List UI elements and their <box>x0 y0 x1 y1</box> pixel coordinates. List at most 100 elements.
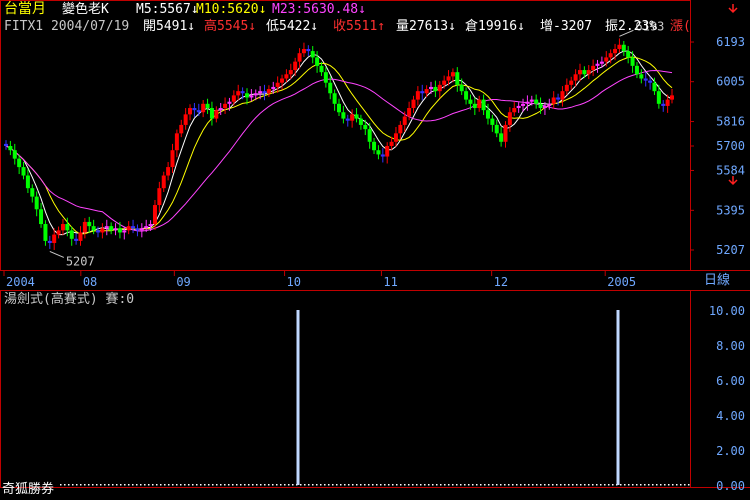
candle-body <box>174 133 179 151</box>
baseline-dot <box>372 484 374 486</box>
candle-body <box>253 93 258 96</box>
baseline-dot <box>208 484 210 486</box>
candle-body <box>157 188 162 206</box>
period-label[interactable]: 日線 <box>704 272 730 288</box>
baseline-dot <box>196 484 198 486</box>
baseline-dot <box>312 484 314 486</box>
candle-body <box>148 224 153 227</box>
baseline-dot <box>284 484 286 486</box>
candle-body <box>499 133 504 142</box>
baseline-dot <box>76 484 78 486</box>
baseline-dot <box>200 484 202 486</box>
baseline-dot <box>596 484 598 486</box>
baseline-dot <box>620 484 622 486</box>
candle-body <box>319 65 324 73</box>
candle-body <box>60 224 65 231</box>
baseline-dot <box>572 484 574 486</box>
candle-body <box>122 230 127 233</box>
chart-canvas[interactable]: 5207 6193 5207 5395 5584 5700 5816 6005 6193 20… <box>0 0 750 500</box>
candle-body <box>424 89 429 94</box>
baseline-dot <box>624 484 626 486</box>
price-tick-label: 5395 <box>716 203 745 217</box>
indicator-plot: 0.00 2.00 4.00 6.00 8.00 10.00 <box>60 304 745 493</box>
candle-body <box>556 97 561 100</box>
candle-body <box>564 84 569 92</box>
candle-body <box>621 44 626 52</box>
chart-window: 5207 6193 5207 5395 5584 5700 5816 6005 6193 20… <box>0 0 750 500</box>
baseline-dot <box>88 484 90 486</box>
baseline-dot <box>560 484 562 486</box>
candle-body <box>665 99 670 106</box>
baseline-dot <box>332 484 334 486</box>
baseline-dot <box>252 484 254 486</box>
baseline-dot <box>164 484 166 486</box>
baseline-dot <box>680 484 682 486</box>
baseline-dot <box>156 484 158 486</box>
date-tick-label: 2005 <box>607 275 636 289</box>
candle-body <box>126 226 131 231</box>
baseline-dot <box>456 484 458 486</box>
candle-body <box>648 80 653 83</box>
symbol-date-text: FITX1 2004/07/19 <box>4 19 129 34</box>
candle-body <box>350 114 355 121</box>
indicator-tick-label: 10.00 <box>709 304 745 318</box>
view-mode-text[interactable]: 變色老K <box>62 1 109 17</box>
baseline-dot <box>84 484 86 486</box>
candle-body <box>271 86 276 90</box>
baseline-dot <box>80 484 82 486</box>
baseline-dot <box>304 484 306 486</box>
candle-body <box>109 226 114 231</box>
baseline-dot <box>544 484 546 486</box>
candle-body <box>223 103 228 109</box>
indicator-tick-label: 0.00 <box>716 479 745 493</box>
candle-body <box>301 48 306 54</box>
candle-body <box>477 99 482 109</box>
candle-body <box>437 84 442 92</box>
baseline-dot <box>92 484 94 486</box>
candle-body <box>407 108 412 117</box>
candle-body <box>4 143 8 146</box>
baseline-dot <box>452 484 454 486</box>
baseline-dot <box>636 484 638 486</box>
candle-body <box>65 224 70 231</box>
baseline-dot <box>184 484 186 486</box>
candle-body <box>161 175 166 189</box>
candle-body <box>74 238 79 241</box>
candle-body <box>442 80 447 85</box>
baseline-dot <box>248 484 250 486</box>
candle-body <box>516 105 521 109</box>
volume-value: 量27613↓ <box>396 19 456 34</box>
indicator-tick-label: 2.00 <box>716 444 745 458</box>
baseline-dot <box>236 484 238 486</box>
candle-body <box>240 91 245 94</box>
candle-body <box>280 78 285 83</box>
candle-body <box>398 124 403 134</box>
down-arrow-icon[interactable] <box>728 4 738 14</box>
baseline-dot <box>476 484 478 486</box>
baseline-dot <box>540 484 542 486</box>
baseline-dot <box>392 484 394 486</box>
baseline-dot <box>280 484 282 486</box>
baseline-dot <box>348 484 350 486</box>
baseline-dot <box>460 484 462 486</box>
change-pct-value: 漲( <box>670 19 691 34</box>
candle-body <box>293 61 298 71</box>
baseline-dot <box>72 484 74 486</box>
baseline-dot <box>240 484 242 486</box>
candle-body <box>586 70 591 75</box>
candle-body <box>415 91 420 100</box>
candle-body <box>551 97 556 104</box>
baseline-dot <box>380 484 382 486</box>
candle-body <box>306 48 311 52</box>
baseline-dot <box>436 484 438 486</box>
candle-body <box>617 44 622 49</box>
candle-body <box>337 103 341 113</box>
candle-body <box>626 51 631 58</box>
baseline-dot <box>160 484 162 486</box>
baseline-dot <box>504 484 506 486</box>
candle-body <box>643 78 648 81</box>
candle-body <box>512 108 517 113</box>
change-value: 增-3207 <box>540 19 592 34</box>
date-tick-label: 08 <box>83 275 97 289</box>
baseline-dot <box>344 484 346 486</box>
